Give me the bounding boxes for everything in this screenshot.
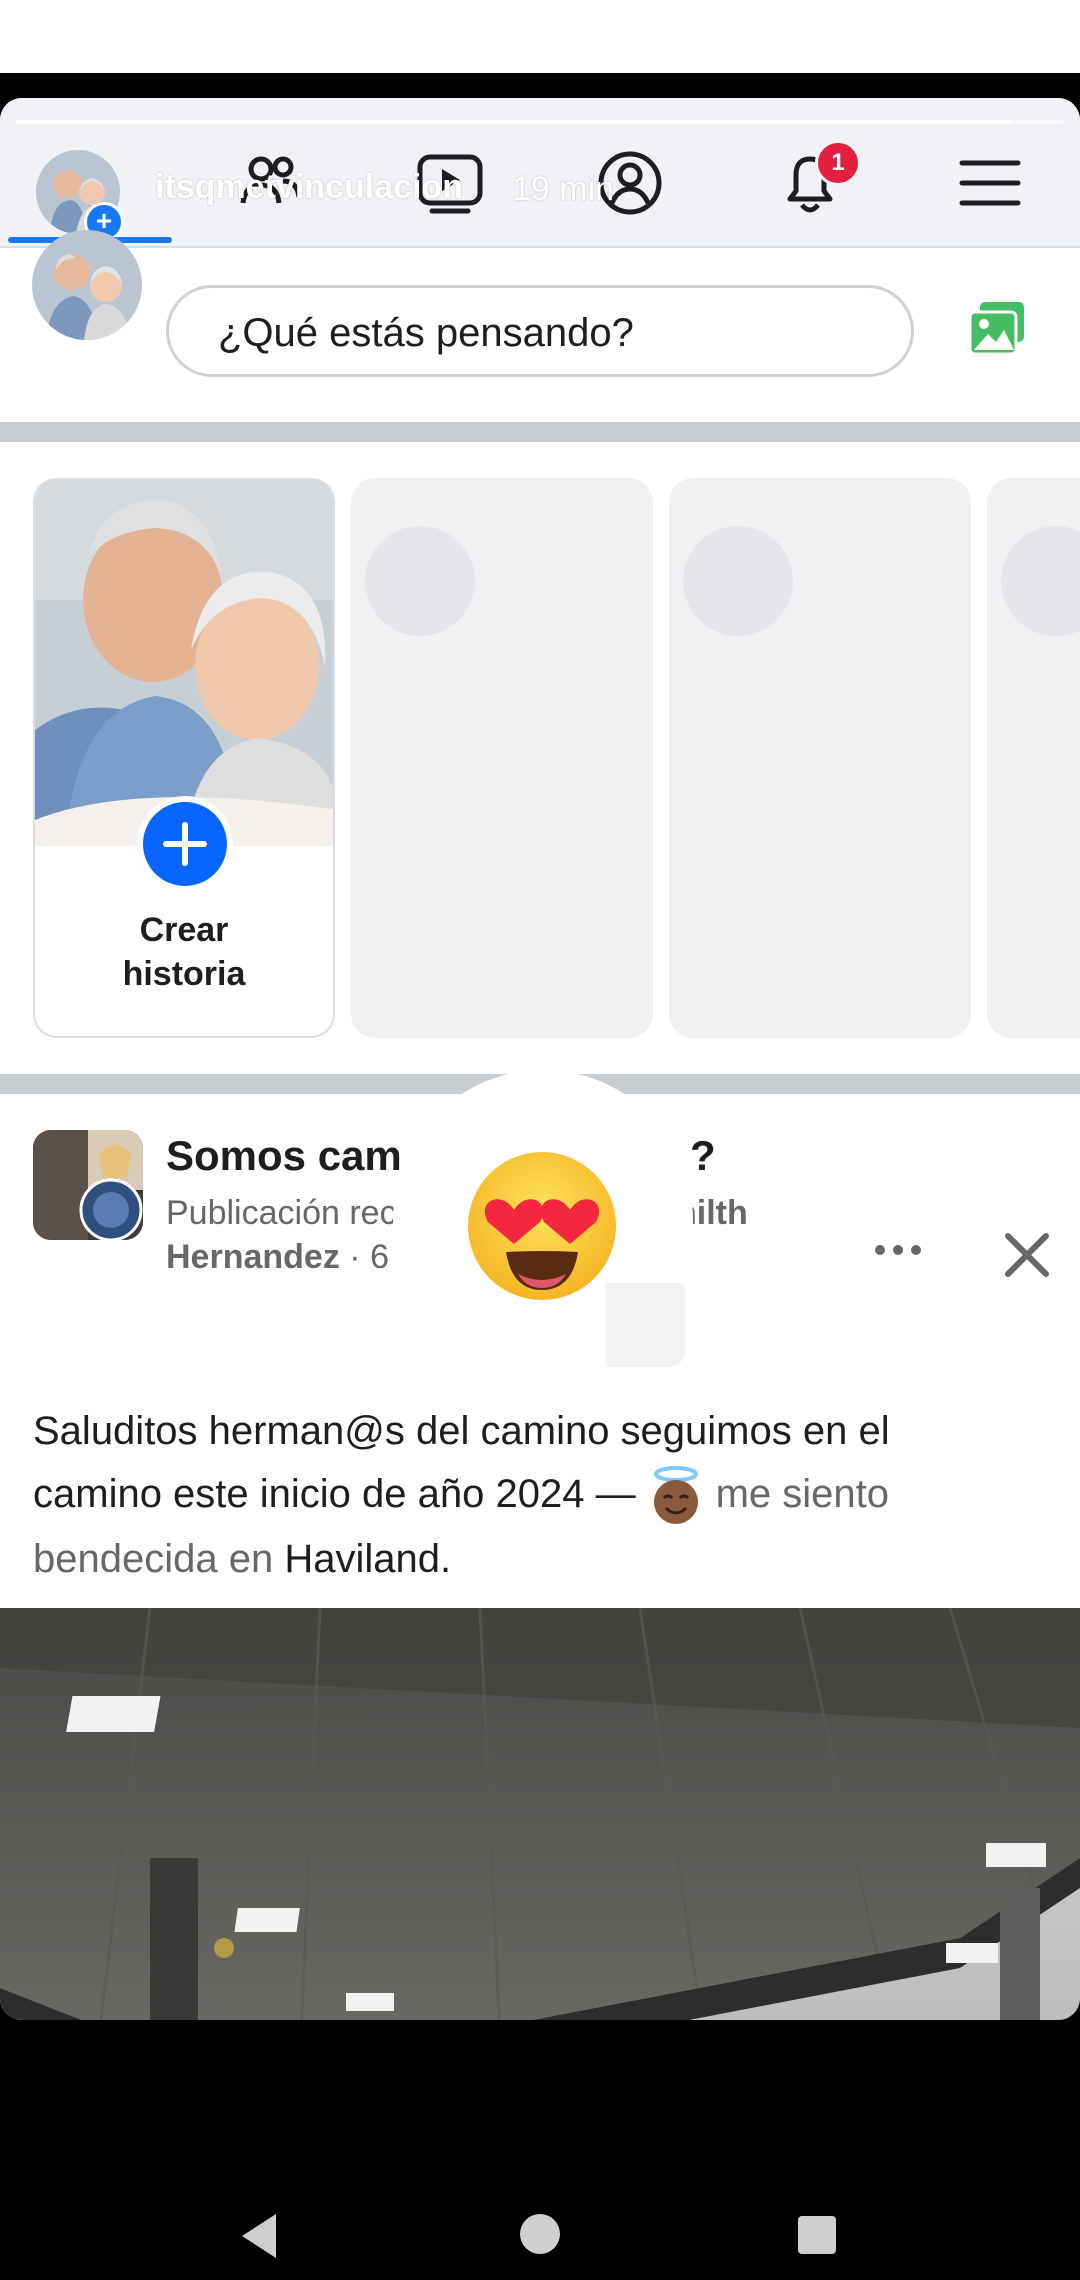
notification-badge: 1 xyxy=(815,140,861,186)
location-link[interactable]: Haviland xyxy=(284,1537,440,1581)
story-avatar-placeholder xyxy=(1001,526,1080,636)
post-text: Saluditos herman@s del camino seguimos e… xyxy=(33,1400,1053,1591)
story-time: 19 min xyxy=(512,170,615,208)
close-icon[interactable] xyxy=(996,1224,1058,1286)
story-avatar-placeholder xyxy=(683,526,793,636)
section-divider xyxy=(0,422,1080,442)
create-story-label: Crear historia xyxy=(35,908,333,996)
story-frame: + 1 itsqmetvinculacion 19 min ¿Qué estás… xyxy=(0,98,1080,2020)
post-page-name-end: ? xyxy=(690,1132,716,1179)
post-text-line1: Saluditos herman@s del camino seguimos e… xyxy=(33,1409,890,1453)
story-progress-bar xyxy=(16,120,1064,124)
story-placeholder-card[interactable] xyxy=(669,478,971,1038)
system-navigation-bar xyxy=(0,2120,1080,2280)
story-placeholder-card[interactable] xyxy=(351,478,653,1038)
story-progress-fill xyxy=(16,120,1012,124)
create-story-card[interactable]: Crear historia xyxy=(33,478,335,1038)
photo-icon[interactable] xyxy=(966,298,1028,360)
composer-avatar[interactable] xyxy=(32,230,142,340)
page-avatar[interactable] xyxy=(33,1130,143,1240)
recents-icon[interactable] xyxy=(796,2214,838,2256)
menu-icon[interactable] xyxy=(952,145,1028,221)
post-subtitle: Publicación rec xyxy=(166,1194,397,1232)
feeling-text: me siento xyxy=(715,1472,890,1516)
story-placeholder-card[interactable] xyxy=(987,478,1080,1038)
status-bar-area xyxy=(0,0,1080,73)
more-options-icon[interactable] xyxy=(868,1230,928,1270)
back-icon[interactable] xyxy=(236,2210,282,2262)
create-story-photo xyxy=(35,480,333,846)
create-story-plus-icon[interactable] xyxy=(137,796,233,892)
story-avatar-placeholder xyxy=(365,526,475,636)
post-video[interactable] xyxy=(0,1608,1080,2020)
post-page-name[interactable]: Somos cam xyxy=(166,1132,402,1180)
story-username[interactable]: itsqmetvinculacion xyxy=(155,168,463,207)
feeling-text-line2: bendecida en xyxy=(33,1537,274,1582)
post-author[interactable]: Hernandez xyxy=(166,1238,340,1276)
create-story-label-line1: Crear xyxy=(139,911,229,949)
heart-eyes-emoji xyxy=(468,1152,616,1300)
angel-emoji-icon xyxy=(653,1466,698,1525)
end-punctuation: . xyxy=(440,1537,452,1582)
create-story-label-line2: historia xyxy=(122,955,246,993)
meta-separator: · xyxy=(349,1238,371,1276)
post-text-line2: camino este inicio de año 2024 — xyxy=(33,1472,636,1516)
home-icon[interactable] xyxy=(518,2212,562,2256)
composer-placeholder: ¿Qué estás pensando? xyxy=(218,311,634,355)
